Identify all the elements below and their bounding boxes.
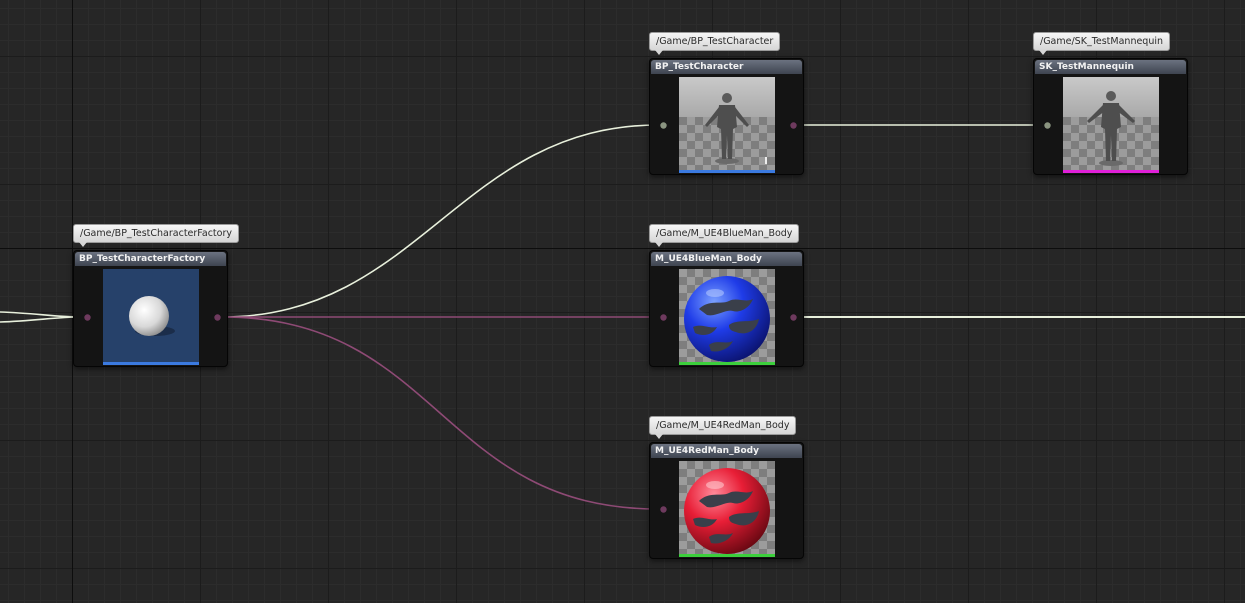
blue-material-sphere-icon xyxy=(684,276,770,362)
reference-viewer-graph[interactable]: /Game/BP_TestCharacterFactory BP_TestCha… xyxy=(0,0,1245,603)
mannequin-figure-icon xyxy=(705,93,767,164)
node-title: SK_TestMannequin xyxy=(1035,60,1186,74)
mannequin-figure-icon xyxy=(1087,91,1135,166)
path-tag-red-body: /Game/M_UE4RedMan_Body xyxy=(649,416,797,439)
wire-factory-to-character xyxy=(221,124,659,318)
asset-thumbnail xyxy=(679,461,775,557)
node-m-ue4redman-body[interactable]: M_UE4RedMan_Body xyxy=(649,442,804,559)
asset-thumbnail xyxy=(679,77,775,173)
red-material-sphere-icon xyxy=(684,468,770,554)
node-m-ue4blueman-body[interactable]: M_UE4BlueMan_Body xyxy=(649,250,804,367)
asset-thumbnail xyxy=(679,269,775,365)
output-pin[interactable] xyxy=(212,312,223,323)
path-tag-factory: /Game/BP_TestCharacterFactory xyxy=(73,224,239,247)
asset-type-bar xyxy=(679,554,775,557)
node-title: BP_TestCharacter xyxy=(651,60,802,74)
input-pin[interactable] xyxy=(658,120,669,131)
input-pin[interactable] xyxy=(658,312,669,323)
asset-thumbnail xyxy=(103,269,199,365)
asset-type-bar xyxy=(679,170,775,173)
output-pin[interactable] xyxy=(788,120,799,131)
wire-factory-to-red-body xyxy=(221,316,659,510)
node-title: BP_TestCharacterFactory xyxy=(75,252,226,266)
node-title: M_UE4BlueMan_Body xyxy=(651,252,802,266)
output-pin[interactable] xyxy=(788,312,799,323)
node-title: M_UE4RedMan_Body xyxy=(651,444,802,458)
wire-input-to-factory-b xyxy=(0,316,82,323)
wire-input-to-factory-a xyxy=(0,311,82,318)
input-pin[interactable] xyxy=(1042,120,1053,131)
asset-thumbnail xyxy=(1063,77,1159,173)
asset-type-bar xyxy=(1063,170,1159,173)
asset-type-bar xyxy=(679,362,775,365)
white-sphere-icon xyxy=(129,296,175,336)
input-pin[interactable] xyxy=(658,504,669,515)
input-pin[interactable] xyxy=(82,312,93,323)
node-sk-testmannequin[interactable]: SK_TestMannequin xyxy=(1033,58,1188,175)
node-bp-testcharacterfactory[interactable]: BP_TestCharacterFactory xyxy=(73,250,228,367)
path-tag-blue-body: /Game/M_UE4BlueMan_Body xyxy=(649,224,800,247)
asset-type-bar xyxy=(103,362,199,365)
node-bp-testcharacter[interactable]: BP_TestCharacter xyxy=(649,58,804,175)
path-tag-character: /Game/BP_TestCharacter xyxy=(649,32,781,55)
path-tag-mannequin: /Game/SK_TestMannequin xyxy=(1033,32,1171,55)
